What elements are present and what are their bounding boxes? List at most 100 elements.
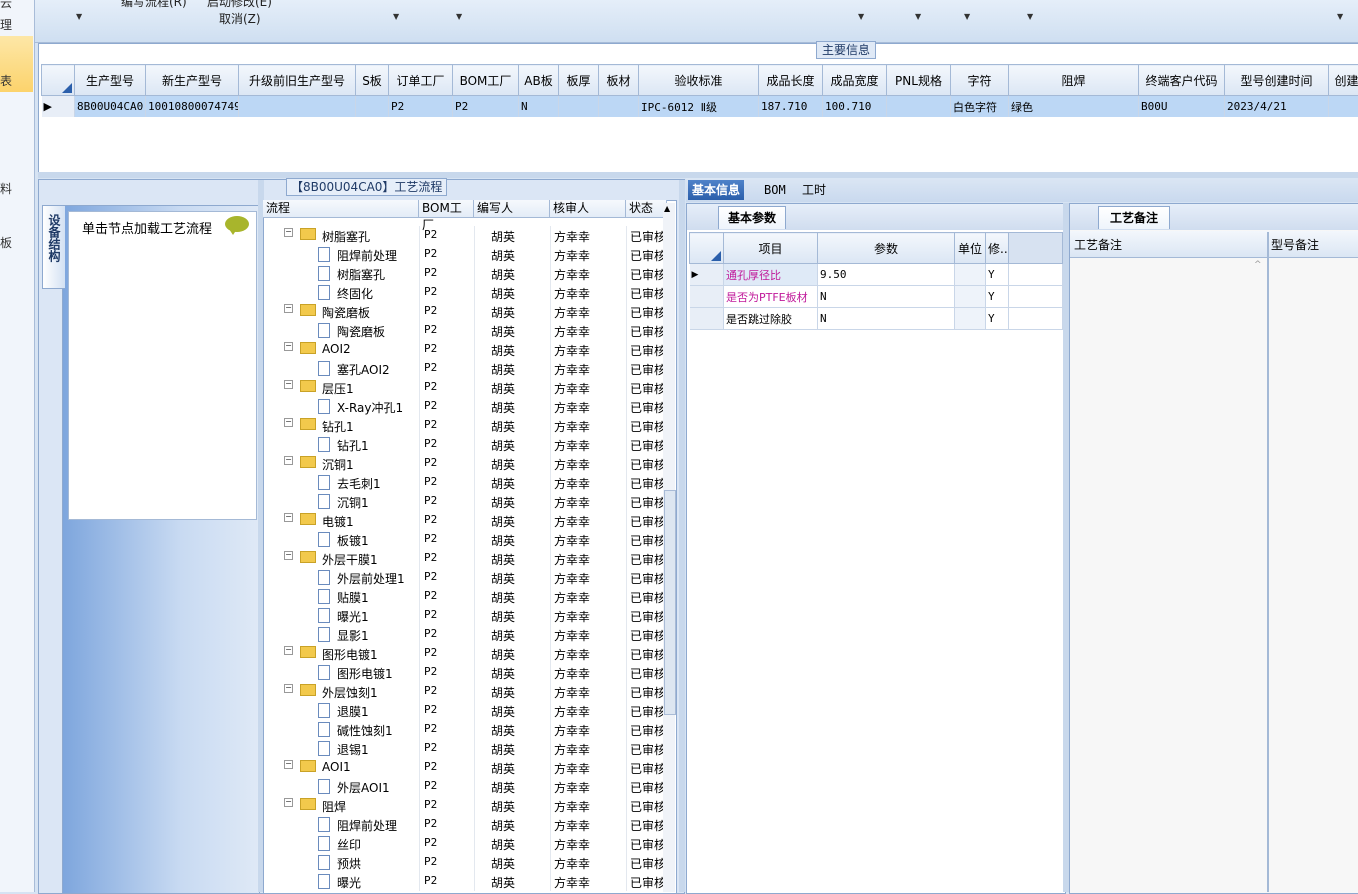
table-cell[interactable]: 187.710 — [759, 96, 823, 118]
param-value[interactable]: N — [818, 308, 955, 330]
collapse-toggle-icon[interactable]: − — [284, 304, 293, 313]
table-row[interactable]: 是否跳过除胶 N Y — [690, 308, 1063, 330]
table-cell[interactable]: IPC-6012 Ⅱ级 — [639, 96, 759, 118]
column-header[interactable]: BOM工厂 — [453, 65, 519, 96]
tree-row[interactable]: 去毛刺1P2胡英方幸幸已审核 — [263, 473, 663, 492]
left-nav-item[interactable]: 板 — [0, 234, 12, 251]
table-cell[interactable] — [239, 96, 356, 118]
dropdown-arrow-icon[interactable]: ▼ — [76, 12, 82, 21]
tree-row[interactable]: 塞孔AOI2P2胡英方幸幸已审核 — [263, 359, 663, 378]
row-selector-header[interactable] — [42, 65, 75, 96]
column-header[interactable]: 状态 — [626, 200, 667, 218]
tree-row[interactable]: 沉铜1P2胡英方幸幸已审核 — [263, 492, 663, 511]
param-modifiable[interactable]: Y — [986, 286, 1009, 308]
table-cell[interactable]: 绿色 — [1009, 96, 1139, 118]
column-header[interactable]: 创建 — [1329, 65, 1358, 96]
column-header[interactable]: 验收标准 — [639, 65, 759, 96]
tree-row[interactable]: −外层蚀刻1P2胡英方幸幸已审核 — [263, 682, 663, 701]
table-row[interactable]: 是否为PTFE板材 N Y — [690, 286, 1063, 308]
table-cell[interactable]: 白色字符 — [951, 96, 1009, 118]
column-header[interactable]: 参数 — [818, 233, 955, 264]
column-header[interactable]: AB板 — [519, 65, 559, 96]
table-cell[interactable]: 8B00U04CA0 — [75, 96, 146, 118]
collapse-toggle-icon[interactable]: − — [284, 380, 293, 389]
collapse-toggle-icon[interactable]: − — [284, 646, 293, 655]
dropdown-arrow-icon[interactable]: ▼ — [393, 12, 399, 21]
param-modifiable[interactable]: Y — [986, 308, 1009, 330]
tree-row[interactable]: 预烘P2胡英方幸幸已审核 — [263, 853, 663, 872]
table-row[interactable]: ▶ 8B00U04CA0 10010800074749 P2 P2 N IPC-… — [42, 96, 1358, 118]
edit-flow-menu[interactable]: 编写流程(R) — [121, 0, 187, 10]
param-value[interactable]: N — [818, 286, 955, 308]
param-unit[interactable] — [955, 308, 986, 330]
tree-row[interactable]: 阻焊前处理P2胡英方幸幸已审核 — [263, 245, 663, 264]
left-nav-item[interactable]: 表 — [0, 72, 12, 89]
column-header[interactable]: 型号创建时间 — [1225, 65, 1329, 96]
process-remark-header[interactable]: 工艺备注 — [1074, 236, 1122, 253]
column-header[interactable]: S板 — [356, 65, 389, 96]
table-cell[interactable]: 2023/4/21 — [1225, 96, 1329, 118]
tab-bom[interactable]: BOM — [760, 180, 790, 200]
dropdown-arrow-icon[interactable]: ▼ — [964, 12, 970, 21]
tree-row[interactable]: −AOI2P2胡英方幸幸已审核 — [263, 340, 663, 359]
column-header[interactable]: 阻焊 — [1009, 65, 1139, 96]
tree-row[interactable]: −钻孔1P2胡英方幸幸已审核 — [263, 416, 663, 435]
column-header[interactable]: 生产型号 — [75, 65, 146, 96]
scroll-up-icon[interactable]: ^ — [1254, 260, 1262, 270]
collapse-toggle-icon[interactable]: − — [284, 798, 293, 807]
table-cell[interactable]: P2 — [453, 96, 519, 118]
tree-row[interactable]: 陶瓷磨板P2胡英方幸幸已审核 — [263, 321, 663, 340]
dropdown-arrow-icon[interactable]: ▼ — [1027, 12, 1033, 21]
dropdown-arrow-icon[interactable]: ▼ — [456, 12, 462, 21]
tree-row[interactable]: 曝光1P2胡英方幸幸已审核 — [263, 606, 663, 625]
tree-row[interactable]: 退锡1P2胡英方幸幸已审核 — [263, 739, 663, 758]
tab-basic-info[interactable]: 基本信息 — [688, 180, 744, 200]
param-modifiable[interactable]: Y — [986, 264, 1009, 286]
scrollbar-thumb[interactable] — [664, 490, 676, 715]
table-cell[interactable] — [559, 96, 599, 118]
tree-row[interactable]: −AOI1P2胡英方幸幸已审核 — [263, 758, 663, 777]
table-cell[interactable] — [599, 96, 639, 118]
tree-row[interactable]: −陶瓷磨板P2胡英方幸幸已审核 — [263, 302, 663, 321]
tree-row[interactable]: 碱性蚀刻1P2胡英方幸幸已审核 — [263, 720, 663, 739]
tree-row[interactable]: 退膜1P2胡英方幸幸已审核 — [263, 701, 663, 720]
tree-row[interactable]: −沉铜1P2胡英方幸幸已审核 — [263, 454, 663, 473]
table-cell[interactable]: N — [519, 96, 559, 118]
param-item[interactable]: 是否跳过除胶 — [724, 308, 818, 330]
tree-row[interactable]: 图形电镀1P2胡英方幸幸已审核 — [263, 663, 663, 682]
tree-row[interactable]: 终固化P2胡英方幸幸已审核 — [263, 283, 663, 302]
tree-row[interactable]: 钻孔1P2胡英方幸幸已审核 — [263, 435, 663, 454]
tree-row[interactable]: −电镀1P2胡英方幸幸已审核 — [263, 511, 663, 530]
param-unit[interactable] — [955, 286, 986, 308]
table-cell[interactable]: B00U — [1139, 96, 1225, 118]
column-header[interactable]: 订单工厂 — [389, 65, 453, 96]
left-nav-item[interactable]: 云 — [0, 0, 12, 11]
column-header[interactable]: 核审人 — [550, 200, 626, 218]
column-header[interactable]: 单位 — [955, 233, 986, 264]
table-cell[interactable] — [356, 96, 389, 118]
dropdown-arrow-icon[interactable]: ▼ — [1337, 12, 1343, 21]
column-header[interactable]: 板厚 — [559, 65, 599, 96]
collapse-toggle-icon[interactable]: − — [284, 551, 293, 560]
tree-row[interactable]: 板镀1P2胡英方幸幸已审核 — [263, 530, 663, 549]
tree-row[interactable]: 显影1P2胡英方幸幸已审核 — [263, 625, 663, 644]
column-header[interactable]: PNL规格 — [887, 65, 951, 96]
cancel-menu[interactable]: 取消(Z) — [219, 10, 261, 27]
column-header[interactable]: 流程 — [263, 200, 419, 218]
param-unit[interactable] — [955, 264, 986, 286]
collapse-toggle-icon[interactable]: − — [284, 513, 293, 522]
table-row[interactable]: ▶ 通孔厚径比 9.50 Y — [690, 264, 1063, 286]
tree-row[interactable]: −图形电镀1P2胡英方幸幸已审核 — [263, 644, 663, 663]
tree-row[interactable]: −层压1P2胡英方幸幸已审核 — [263, 378, 663, 397]
collapse-toggle-icon[interactable]: − — [284, 684, 293, 693]
tree-row[interactable]: −树脂塞孔P2胡英方幸幸已审核 — [263, 226, 663, 245]
collapse-toggle-icon[interactable]: − — [284, 418, 293, 427]
tree-row[interactable]: 外层AOI1P2胡英方幸幸已审核 — [263, 777, 663, 796]
column-header[interactable]: 编写人 — [474, 200, 550, 218]
tree-row[interactable]: 外层前处理1P2胡英方幸幸已审核 — [263, 568, 663, 587]
tab-process-remarks[interactable]: 工艺备注 — [1098, 206, 1170, 229]
collapse-toggle-icon[interactable]: − — [284, 760, 293, 769]
device-tree-box[interactable]: 单击节点加载工艺流程 — [68, 211, 257, 520]
param-value[interactable]: 9.50 — [818, 264, 955, 286]
tree-row[interactable]: −阻焊P2胡英方幸幸已审核 — [263, 796, 663, 815]
